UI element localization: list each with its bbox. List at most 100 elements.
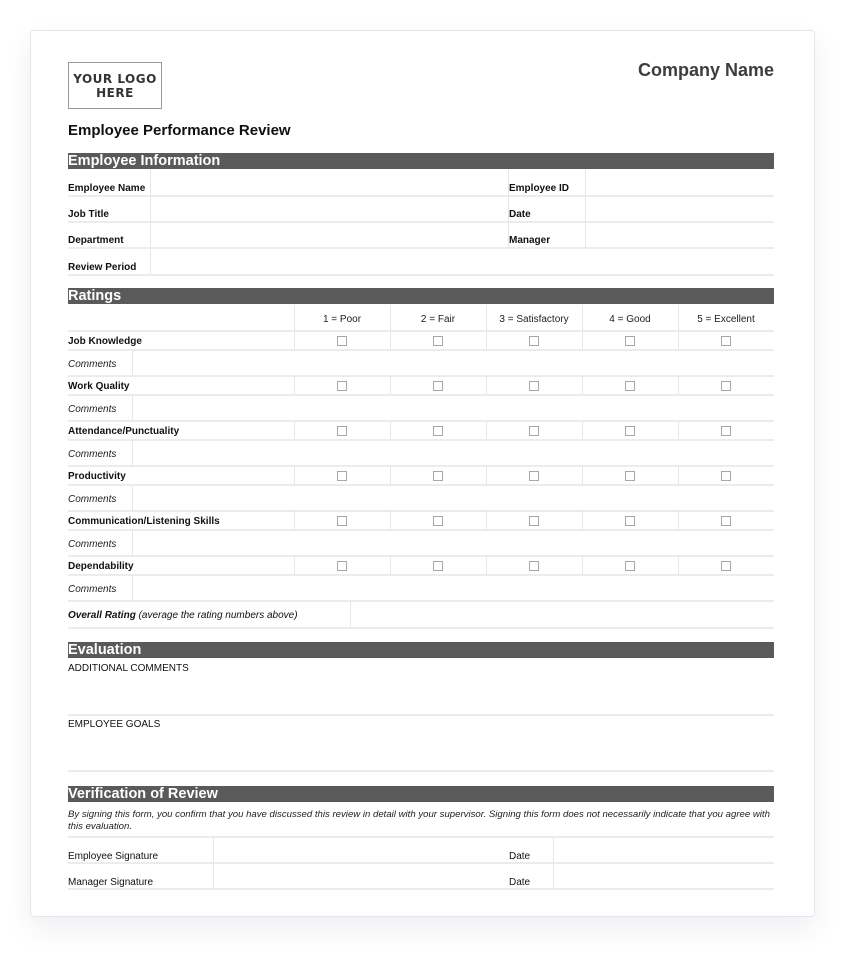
rating-checkbox-productivity-3[interactable] (529, 471, 539, 481)
rating-checkbox-work-quality-3[interactable] (529, 381, 539, 391)
rating-checkbox-dependability-2[interactable] (433, 561, 443, 571)
column-divider (390, 556, 391, 575)
comments-input-work-quality[interactable] (133, 395, 774, 421)
comments-label: Comments (68, 449, 117, 460)
column-divider (486, 466, 487, 485)
column-divider (678, 305, 679, 331)
section-header-ratings: Ratings (68, 288, 774, 304)
comments-label: Comments (68, 494, 117, 505)
row-divider (68, 555, 774, 557)
comments-label: Comments (68, 539, 117, 550)
rating-checkbox-communication-listening-skills-1[interactable] (337, 516, 347, 526)
comments-label: Comments (68, 359, 117, 370)
comments-input-dependability[interactable] (133, 575, 774, 601)
input-manager[interactable] (586, 222, 774, 248)
date-label: Date (509, 877, 531, 888)
criterion-label-job-knowledge: Job Knowledge (68, 336, 142, 347)
additional-comments-field[interactable] (68, 676, 774, 714)
manager-signature-date-input[interactable] (554, 863, 774, 889)
rating-checkbox-communication-listening-skills-3[interactable] (529, 516, 539, 526)
cell-divider (508, 196, 509, 222)
rating-scale-header: 3 = Satisfactory (499, 314, 569, 325)
row-divider (68, 888, 774, 890)
rating-checkbox-communication-listening-skills-5[interactable] (721, 516, 731, 526)
row-divider (68, 330, 774, 332)
column-divider (582, 331, 583, 350)
column-divider (582, 556, 583, 575)
rating-checkbox-attendance-punctuality-5[interactable] (721, 426, 731, 436)
rating-checkbox-communication-listening-skills-2[interactable] (433, 516, 443, 526)
rating-checkbox-dependability-4[interactable] (625, 561, 635, 571)
column-divider (294, 511, 295, 530)
verification-disclaimer: By signing this form, you confirm that y… (68, 809, 770, 832)
column-divider (294, 556, 295, 575)
rating-checkbox-dependability-3[interactable] (529, 561, 539, 571)
rating-checkbox-dependability-1[interactable] (337, 561, 347, 571)
input-department[interactable] (150, 222, 508, 248)
criterion-label-attendance-punctuality: Attendance/Punctuality (68, 426, 180, 437)
rating-checkbox-productivity-4[interactable] (625, 471, 635, 481)
cell-divider (150, 222, 151, 248)
comments-input-job-knowledge[interactable] (133, 350, 774, 376)
input-employee-id[interactable] (586, 170, 774, 196)
rating-checkbox-attendance-punctuality-3[interactable] (529, 426, 539, 436)
column-divider (486, 511, 487, 530)
employee-signature-date-input[interactable] (554, 837, 774, 863)
cell-divider (150, 170, 151, 196)
rating-checkbox-productivity-5[interactable] (721, 471, 731, 481)
rating-checkbox-attendance-punctuality-2[interactable] (433, 426, 443, 436)
input-employee-name[interactable] (150, 170, 508, 196)
rating-checkbox-job-knowledge-2[interactable] (433, 336, 443, 346)
comments-label: Comments (68, 404, 117, 415)
column-divider (486, 556, 487, 575)
employee-signature-label: Employee Signature (68, 851, 159, 862)
employee-goals-label: EMPLOYEE GOALS (68, 719, 161, 730)
overall-rating-input[interactable] (351, 601, 774, 628)
column-divider (294, 331, 295, 350)
column-divider (486, 331, 487, 350)
manager-signature-input[interactable] (214, 863, 508, 889)
overall-rating-label: Overall Rating (average the rating numbe… (68, 610, 298, 621)
column-divider (390, 466, 391, 485)
employee-signature-input[interactable] (214, 837, 508, 863)
comments-input-communication-listening-skills[interactable] (133, 530, 774, 556)
column-divider (678, 556, 679, 575)
rating-checkbox-attendance-punctuality-4[interactable] (625, 426, 635, 436)
rating-scale-header: 2 = Fair (420, 314, 456, 325)
rating-checkbox-dependability-5[interactable] (721, 561, 731, 571)
date-label: Date (509, 851, 531, 862)
field-label-manager: Manager (509, 235, 551, 246)
rating-checkbox-job-knowledge-4[interactable] (625, 336, 635, 346)
comments-input-attendance-punctuality[interactable] (133, 440, 774, 466)
row-divider (68, 627, 774, 629)
comments-input-productivity[interactable] (133, 485, 774, 511)
input-job-title[interactable] (150, 196, 508, 222)
rating-checkbox-work-quality-5[interactable] (721, 381, 731, 391)
column-divider (390, 421, 391, 440)
rating-checkbox-job-knowledge-3[interactable] (529, 336, 539, 346)
column-divider (390, 376, 391, 395)
column-divider (294, 305, 295, 331)
comments-label: Comments (68, 584, 117, 595)
rating-checkbox-attendance-punctuality-1[interactable] (337, 426, 347, 436)
logo-placeholder: YOUR LOGO HERE (68, 62, 162, 109)
input-review-period[interactable] (150, 249, 774, 275)
column-divider (582, 511, 583, 530)
cell-divider (508, 170, 509, 196)
column-divider (678, 376, 679, 395)
section-header-verification: Verification of Review (68, 786, 774, 802)
employee-goals-field[interactable] (68, 732, 774, 770)
divider (68, 714, 774, 716)
input-date[interactable] (586, 196, 774, 222)
rating-checkbox-work-quality-4[interactable] (625, 381, 635, 391)
rating-checkbox-work-quality-2[interactable] (433, 381, 443, 391)
rating-checkbox-work-quality-1[interactable] (337, 381, 347, 391)
column-divider (390, 511, 391, 530)
rating-checkbox-communication-listening-skills-4[interactable] (625, 516, 635, 526)
rating-checkbox-productivity-1[interactable] (337, 471, 347, 481)
criterion-label-dependability: Dependability (68, 561, 134, 572)
column-divider (678, 466, 679, 485)
rating-checkbox-productivity-2[interactable] (433, 471, 443, 481)
rating-checkbox-job-knowledge-5[interactable] (721, 336, 731, 346)
rating-checkbox-job-knowledge-1[interactable] (337, 336, 347, 346)
